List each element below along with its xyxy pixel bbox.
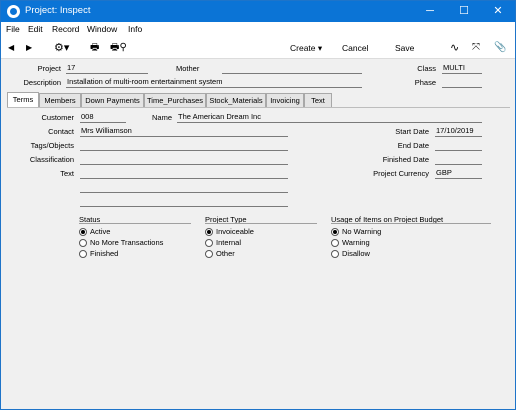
customer-field[interactable]: 008: [80, 112, 126, 123]
previous-record-icon[interactable]: ◀: [8, 41, 14, 55]
contact-label: Contact: [48, 127, 74, 136]
attachment-icon[interactable]: 📎: [494, 41, 506, 55]
tags-objects-field[interactable]: [80, 140, 288, 151]
menu-info[interactable]: Info: [128, 24, 142, 34]
usage-warning-label: Warning: [342, 238, 370, 247]
class-label: Class: [417, 64, 436, 73]
menu-file[interactable]: File: [6, 24, 20, 34]
project-type-internal-radio[interactable]: [205, 239, 213, 247]
project-currency-field[interactable]: GBP: [435, 168, 482, 179]
usage-disallow-label: Disallow: [342, 249, 370, 258]
status-finished-label: Finished: [90, 249, 119, 258]
tab-text[interactable]: Text: [304, 93, 332, 107]
tab-time-purchases[interactable]: Time_Purchases: [144, 93, 206, 107]
classification-label: Classification: [29, 155, 74, 164]
title-bar: Project: Inspect ─ ☐ ✕: [1, 1, 515, 22]
project-field[interactable]: 17: [66, 63, 148, 74]
description-label: Description: [23, 78, 61, 87]
tags-objects-label: Tags/Objects: [30, 141, 74, 150]
save-button[interactable]: Save: [395, 41, 414, 55]
project-type-other-radio[interactable]: [205, 250, 213, 258]
print-preview-icon[interactable]: 🖶⚲: [110, 41, 127, 55]
end-date-field[interactable]: [435, 140, 482, 151]
menu-bar: File Edit Record Window Info: [1, 22, 515, 37]
text-label: Text: [60, 169, 74, 178]
status-finished-radio[interactable]: [79, 250, 87, 258]
phase-label: Phase: [414, 78, 436, 87]
tab-invoicing[interactable]: Invoicing: [266, 93, 304, 107]
cancel-button[interactable]: Cancel: [342, 41, 368, 55]
project-type-invoiceable-label: Invoiceable: [216, 227, 254, 236]
usage-disallow-radio[interactable]: [331, 250, 339, 258]
status-divider: [79, 223, 191, 224]
status-active-radio[interactable]: [79, 228, 87, 236]
tab-stock-materials[interactable]: Stock_Materials: [206, 93, 266, 107]
project-type-invoiceable-radio[interactable]: [205, 228, 213, 236]
create-button[interactable]: Create ▾: [290, 41, 322, 55]
menu-record[interactable]: Record: [52, 24, 79, 34]
usage-no-warning-label: No Warning: [342, 227, 382, 236]
window-title: Project: Inspect: [25, 5, 91, 16]
minimize-icon[interactable]: ─: [413, 1, 447, 22]
status-no-more-transactions-label: No More Transactions: [90, 238, 164, 247]
project-type-internal-label: Internal: [216, 238, 242, 247]
phase-field[interactable]: [442, 77, 482, 88]
expand-icon[interactable]: ⤧: [472, 41, 480, 55]
start-date-label: Start Date: [395, 127, 429, 136]
activity-icon[interactable]: ∿: [450, 41, 459, 55]
project-label: Project: [37, 64, 61, 73]
tab-terms[interactable]: Terms: [7, 92, 39, 107]
project-type-other-label: Other: [216, 249, 235, 258]
contact-field[interactable]: Mrs Williamson: [80, 126, 288, 137]
project-currency-label: Project Currency: [373, 169, 429, 178]
settings-gear-icon[interactable]: ⚙▾: [54, 41, 69, 55]
classification-field[interactable]: [80, 154, 288, 165]
usage-divider: [331, 223, 491, 224]
finished-date-label: Finished Date: [382, 155, 429, 164]
name-field[interactable]: The American Dream Inc: [177, 112, 482, 123]
maximize-icon[interactable]: ☐: [447, 1, 481, 22]
status-active-label: Active: [90, 227, 111, 236]
toolbar: ◀ ▶ ⚙▾ 🖶 🖶⚲ Create ▾ Cancel Save ∿ ⤧ 📎: [1, 37, 515, 59]
menu-window[interactable]: Window: [87, 24, 117, 34]
end-date-label: End Date: [397, 141, 429, 150]
start-date-field[interactable]: 17/10/2019: [435, 126, 482, 137]
description-field[interactable]: Installation of multi-room entertainment…: [66, 77, 362, 88]
text-field[interactable]: [80, 168, 288, 179]
customer-label: Customer: [41, 113, 74, 122]
mother-field[interactable]: [222, 63, 362, 74]
project-inspect-window: Project: Inspect ─ ☐ ✕ File Edit Record …: [0, 0, 516, 410]
next-record-icon[interactable]: ▶: [26, 41, 32, 55]
status-no-more-transactions-radio[interactable]: [79, 239, 87, 247]
text-field-line-2[interactable]: [80, 182, 288, 193]
text-field-line-3[interactable]: [80, 196, 288, 207]
app-logo-icon: [7, 5, 20, 18]
usage-warning-radio[interactable]: [331, 239, 339, 247]
print-icon[interactable]: 🖶: [90, 41, 99, 55]
finished-date-field[interactable]: [435, 154, 482, 165]
usage-no-warning-radio[interactable]: [331, 228, 339, 236]
tab-members[interactable]: Members: [39, 93, 81, 107]
class-field[interactable]: MULTI: [442, 63, 482, 74]
tab-down-payments[interactable]: Down Payments: [81, 93, 144, 107]
menu-edit[interactable]: Edit: [28, 24, 43, 34]
mother-label: Mother: [176, 64, 200, 73]
close-icon[interactable]: ✕: [481, 1, 515, 22]
project-type-divider: [205, 223, 317, 224]
name-label: Name: [152, 113, 173, 122]
